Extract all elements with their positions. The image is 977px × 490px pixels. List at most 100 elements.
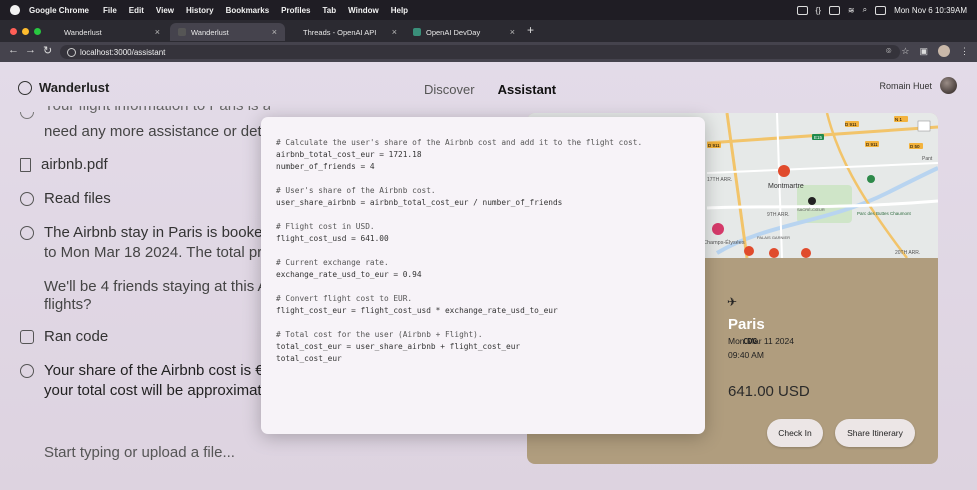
browser-tab-strip: Wanderlust × Wanderlust × Threads - Open… [0, 20, 977, 42]
tool-label: Read files [44, 190, 111, 207]
attachment-row[interactable]: airbnb.pdf [20, 156, 108, 173]
message-line: your total cost will be approximat [44, 382, 262, 399]
code-line: total_cost_eur [276, 354, 342, 363]
tab-title: Wanderlust [191, 27, 229, 37]
assistant-row-partial [20, 105, 34, 119]
web-page: Wanderlust Discover Assistant Romain Hue… [0, 62, 977, 490]
menu-history[interactable]: History [186, 6, 214, 15]
message-line: to Mon Mar 18 2024. The total pri [44, 244, 266, 261]
message-line: The Airbnb stay in Paris is booke [44, 224, 263, 241]
map-label-parc: Parc des Buttes Chaumont [857, 211, 912, 216]
cloud-icon[interactable] [796, 5, 808, 15]
map-label-sacre-coeur: SACRÉ-CŒUR [797, 207, 825, 212]
map-road-label: D 911 [845, 122, 857, 127]
back-arrow-icon[interactable]: ← [8, 44, 19, 56]
code-line: flight_cost_eur = flight_cost_usd * exch… [276, 306, 558, 315]
tab-threads-openai[interactable]: Threads - OpenAI API × [295, 23, 405, 41]
wifi-icon[interactable]: ≋ [848, 6, 855, 15]
address-bar[interactable]: localhost:3000/assistant [60, 45, 900, 59]
code-line: flight_cost_usd = 641.00 [276, 234, 389, 243]
menu-profiles[interactable]: Profiles [281, 6, 310, 15]
menubar-clock[interactable]: Mon Nov 6 10:39AM [894, 6, 967, 15]
search-icon [20, 191, 34, 206]
menubar-app-name[interactable]: Google Chrome [29, 6, 89, 15]
forward-arrow-icon[interactable]: → [25, 44, 36, 56]
assistant-icon [20, 225, 34, 240]
tab-title: Threads - OpenAI API [303, 27, 377, 37]
nav-assistant[interactable]: Assistant [498, 82, 557, 97]
code-line: user_share_airbnb = airbnb_total_cost_eu… [276, 198, 563, 207]
braces-icon[interactable]: {} [816, 6, 821, 15]
app-logo[interactable]: Wanderlust [18, 80, 109, 95]
location-icon[interactable]: ⌾ [886, 46, 891, 57]
menu-bookmarks[interactable]: Bookmarks [226, 6, 270, 15]
profile-avatar-icon[interactable] [938, 45, 950, 57]
tab-openai-devday[interactable]: OpenAI DevDay × [405, 23, 523, 41]
plane-departure-icon: ✈ [727, 295, 738, 309]
map-label-9th: 9TH ARR. [767, 212, 790, 218]
macos-menubar: Google Chrome File Edit View History Boo… [0, 0, 977, 20]
destination-city: Paris [728, 316, 765, 333]
map-road-label: D 911 [866, 142, 878, 147]
menu-file[interactable]: File [103, 6, 117, 15]
message-line: Your share of the Airbnb cost is € [44, 362, 264, 379]
menu-help[interactable]: Help [391, 6, 408, 15]
tab-wanderlust-2[interactable]: Wanderlust × [170, 23, 285, 41]
favicon-icon [413, 28, 421, 36]
chat-message-partial: Your flight information to Paris is adde… [44, 102, 270, 114]
minimize-window-button[interactable] [22, 28, 29, 35]
new-tab-icon[interactable]: + [527, 23, 534, 37]
close-tab-icon[interactable]: × [510, 27, 515, 37]
code-icon [20, 329, 34, 344]
attachment-filename: airbnb.pdf [41, 156, 108, 173]
close-window-button[interactable] [10, 28, 17, 35]
menu-tab[interactable]: Tab [322, 6, 336, 15]
tool-read-files[interactable]: Read files [20, 190, 111, 207]
code-comment-line: # User's share of the Airbnb cost. [276, 186, 436, 195]
check-in-button[interactable]: Check In [767, 419, 823, 447]
flight-time: 09:40 AM [728, 350, 764, 360]
bookmark-star-icon[interactable]: ☆ [901, 46, 909, 57]
menubar-status-area: {} ≋ ⌕ Mon Nov 6 10:39AM [796, 0, 967, 20]
app-name: Wanderlust [39, 80, 110, 95]
menu-window[interactable]: Window [348, 6, 379, 15]
code-line: total_cost_eur = user_share_airbnb + fli… [276, 342, 521, 351]
browser-toolbar: ← → ↻ localhost:3000/assistant ⌾ ☆ ▣ ⋮ [0, 42, 977, 62]
code-comment-line: # Current exchange rate. [276, 258, 389, 267]
code-line: airbnb_total_cost_eur = 1721.18 [276, 150, 422, 159]
user-profile[interactable]: Romain Huet [879, 77, 957, 94]
share-itinerary-button[interactable]: Share Itinerary [835, 419, 915, 447]
tool-ran-code[interactable]: Ran code [20, 328, 108, 345]
window-controls [10, 28, 41, 35]
flight-price: 641.00 USD [728, 383, 810, 400]
assistant-icon [20, 112, 34, 119]
menu-edit[interactable]: Edit [129, 6, 144, 15]
close-tab-icon[interactable]: × [392, 27, 397, 37]
search-icon[interactable]: ⌕ [863, 5, 867, 15]
more-menu-icon[interactable]: ⋮ [960, 46, 969, 57]
toolbar-actions: ⌾ ☆ ▣ ⋮ [886, 45, 969, 57]
tab-title: OpenAI DevDay [426, 27, 481, 37]
apple-icon[interactable] [10, 5, 20, 15]
address-url: localhost:3000/assistant [80, 47, 166, 57]
code-comment-line: # Calculate the user's share of the Airb… [276, 138, 643, 147]
map-label-pant: Pant [922, 156, 933, 162]
menu-view[interactable]: View [156, 6, 174, 15]
code-interpreter-modal[interactable]: # Calculate the user's share of the Airb… [261, 117, 705, 434]
close-tab-icon[interactable]: × [155, 27, 160, 37]
sidebar-icon[interactable]: ▣ [919, 46, 928, 57]
display-icon[interactable] [828, 5, 840, 15]
close-tab-icon[interactable]: × [272, 27, 277, 37]
assistant-icon [20, 363, 34, 378]
tab-wanderlust-1[interactable]: Wanderlust × [56, 23, 168, 41]
site-info-icon[interactable] [67, 48, 76, 57]
flight-date: Mon Mar 11 2024 [728, 336, 794, 346]
flight-destination: Paris CDG [728, 316, 765, 346]
user-message-line: We'll be 4 friends staying at this A [44, 278, 268, 295]
chat-input[interactable]: Start typing or upload a file... [44, 444, 235, 461]
control-center-icon[interactable] [875, 5, 887, 15]
nav-discover[interactable]: Discover [424, 82, 475, 97]
zoom-window-button[interactable] [34, 28, 41, 35]
reload-icon[interactable]: ↻ [43, 44, 52, 57]
